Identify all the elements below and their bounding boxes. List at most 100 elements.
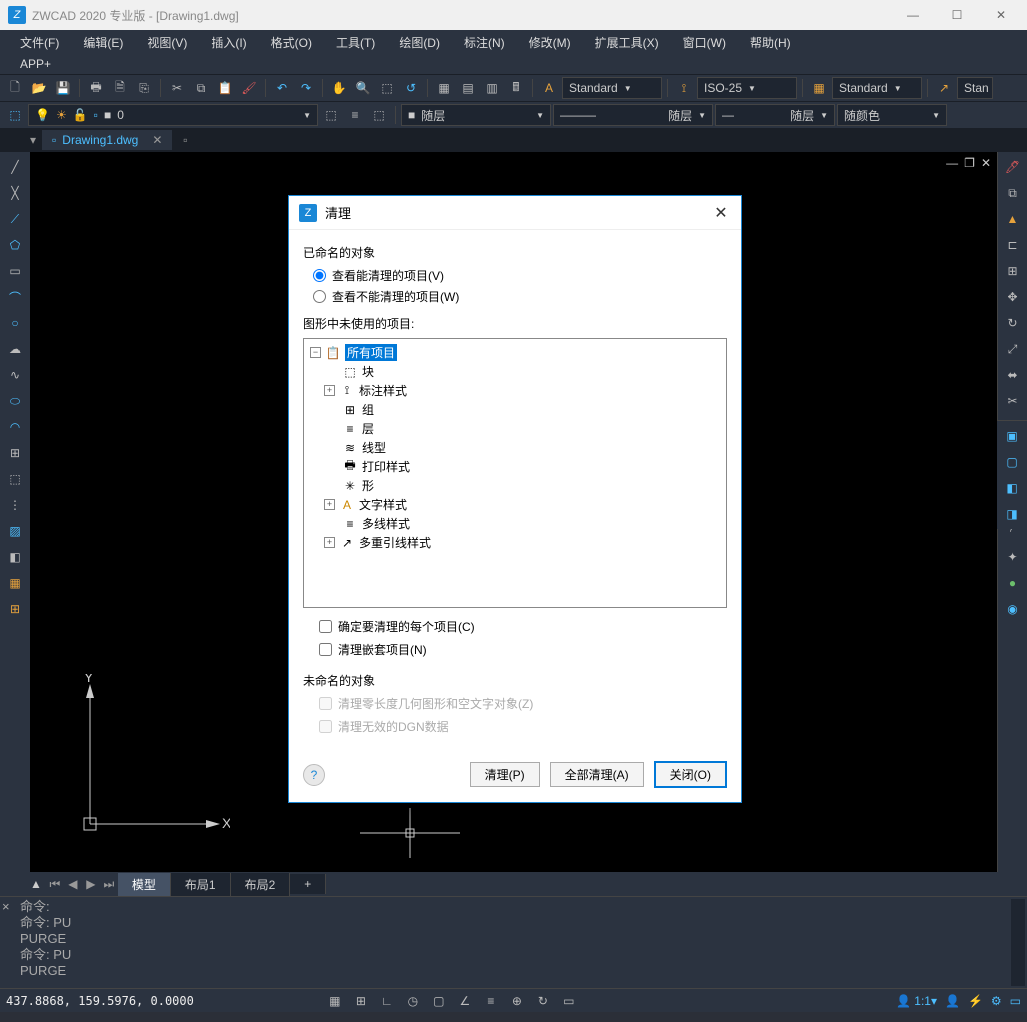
cycle-icon[interactable]: ↻ bbox=[532, 990, 554, 1012]
dyn-icon[interactable]: ⊕ bbox=[506, 990, 528, 1012]
menu-file[interactable]: 文件(F) bbox=[8, 30, 71, 55]
new-icon[interactable]: 🗋 bbox=[4, 77, 26, 99]
send-back-icon[interactable]: ▢ bbox=[1001, 451, 1023, 473]
print-preview-icon[interactable]: 🗎 bbox=[109, 77, 131, 99]
rotate-icon[interactable]: ↻ bbox=[1002, 312, 1024, 334]
tree-item[interactable]: ⬚块 bbox=[342, 362, 720, 381]
stretch-icon[interactable]: ⬌ bbox=[1002, 364, 1024, 386]
menu-tools[interactable]: 工具(T) bbox=[324, 30, 387, 55]
cmd-scrollbar[interactable] bbox=[1011, 899, 1025, 986]
tree-item[interactable]: +A文字样式 bbox=[342, 495, 720, 514]
maximize-button[interactable]: ☐ bbox=[947, 5, 967, 25]
cmd-close-icon[interactable]: × bbox=[2, 899, 10, 914]
zoom-icon[interactable]: 🔍 bbox=[352, 77, 374, 99]
tab-add[interactable]: + bbox=[290, 874, 326, 894]
textstyle-dropdown[interactable]: Standard▼ bbox=[562, 77, 662, 99]
bring-front-icon[interactable]: ▣ bbox=[1001, 425, 1023, 447]
dialog-close-button[interactable]: ✕ bbox=[711, 203, 731, 223]
menu-draw[interactable]: 绘图(D) bbox=[387, 30, 452, 55]
insert-block-icon[interactable]: ⊞ bbox=[4, 442, 26, 464]
minimize-button[interactable]: — bbox=[903, 5, 923, 25]
paste-icon[interactable]: 📋 bbox=[214, 77, 236, 99]
dimstyle-dropdown[interactable]: ISO-25▼ bbox=[697, 77, 797, 99]
close-button[interactable]: ✕ bbox=[991, 5, 1011, 25]
properties-icon[interactable]: ▦ bbox=[433, 77, 455, 99]
tab-last-icon[interactable]: ⏭ bbox=[100, 877, 118, 892]
menu-view[interactable]: 视图(V) bbox=[135, 30, 199, 55]
array-icon[interactable]: ⊞ bbox=[1002, 260, 1024, 282]
mirror-icon[interactable]: ▲ bbox=[1002, 208, 1024, 230]
point-icon[interactable]: ⋮ bbox=[4, 494, 26, 516]
menu-ext[interactable]: 扩展工具(X) bbox=[583, 30, 671, 55]
ellipse-icon[interactable]: ⬭ bbox=[4, 390, 26, 412]
radio-purgeable-input[interactable] bbox=[313, 269, 326, 282]
menu-modify[interactable]: 修改(M) bbox=[517, 30, 583, 55]
gradient-icon[interactable]: ◧ bbox=[4, 546, 26, 568]
tree-root[interactable]: − 📋 所有项目 bbox=[310, 343, 720, 362]
osnap-icon[interactable]: ▢ bbox=[428, 990, 450, 1012]
calc-icon[interactable]: 🖩 bbox=[505, 77, 527, 99]
rectangle-icon[interactable]: ▭ bbox=[4, 260, 26, 282]
open-icon[interactable]: 📂 bbox=[28, 77, 50, 99]
scale-icon[interactable]: ⤢ bbox=[1002, 338, 1024, 360]
annoscale-icon[interactable]: 👤 1:1▾ bbox=[896, 994, 937, 1008]
tab-layout1[interactable]: 布局1 bbox=[171, 873, 231, 896]
trim-icon[interactable]: ✂ bbox=[1002, 390, 1024, 412]
undo-icon[interactable]: ↶ bbox=[271, 77, 293, 99]
inner-restore-icon[interactable]: ❐ bbox=[964, 156, 975, 170]
new-tab-icon[interactable]: ▫ bbox=[174, 129, 196, 151]
grid-icon[interactable]: ⊞ bbox=[350, 990, 372, 1012]
snap-icon[interactable]: ▦ bbox=[324, 990, 346, 1012]
polygon-icon[interactable]: ⬠ bbox=[4, 234, 26, 256]
menu-format[interactable]: 格式(O) bbox=[259, 30, 324, 55]
workspace-icon[interactable]: ⚙ bbox=[991, 994, 1002, 1008]
tree-item[interactable]: ≡多线样式 bbox=[342, 514, 720, 533]
menu-appplus[interactable]: APP+ bbox=[8, 55, 1019, 73]
polyline-icon[interactable]: ⟋ bbox=[4, 208, 26, 230]
erase-icon[interactable]: 🖊 bbox=[1002, 156, 1024, 178]
ortho-icon[interactable]: ∟ bbox=[376, 990, 398, 1012]
offset-icon[interactable]: ⊏ bbox=[1002, 234, 1024, 256]
tree-item[interactable]: +⟟标注样式 bbox=[342, 381, 720, 400]
tree-item[interactable]: ⊞组 bbox=[342, 400, 720, 419]
zoom-window-icon[interactable]: ⬚ bbox=[376, 77, 398, 99]
color-dropdown[interactable]: ■随层▼ bbox=[401, 104, 551, 126]
send-under-icon[interactable]: ◨ bbox=[1001, 503, 1023, 525]
line-icon[interactable]: ╱ bbox=[4, 156, 26, 178]
tree-item[interactable]: 🖶打印样式 bbox=[342, 457, 720, 476]
menu-help[interactable]: 帮助(H) bbox=[738, 30, 803, 55]
menu-edit[interactable]: 编辑(E) bbox=[71, 30, 135, 55]
spline-icon[interactable]: ∿ bbox=[4, 364, 26, 386]
make-block-icon[interactable]: ⬚ bbox=[4, 468, 26, 490]
tab-model[interactable]: 模型 bbox=[118, 873, 171, 896]
help-button[interactable]: ? bbox=[303, 764, 325, 786]
layer-prev-icon[interactable]: ⬚ bbox=[320, 104, 342, 126]
otrack-icon[interactable]: ∠ bbox=[454, 990, 476, 1012]
tab-prev-icon[interactable]: ◀ bbox=[64, 877, 82, 892]
dimstyle-icon[interactable]: ⟟ bbox=[673, 77, 695, 99]
copy-obj-icon[interactable]: ⧉ bbox=[1002, 182, 1024, 204]
tree-item[interactable]: +↗多重引线样式 bbox=[342, 533, 720, 552]
menu-dim[interactable]: 标注(N) bbox=[452, 30, 517, 55]
clean-screen-icon[interactable]: ▭ bbox=[1010, 994, 1021, 1008]
lwt-icon[interactable]: ≡ bbox=[480, 990, 502, 1012]
table-icon[interactable]: ⊞ bbox=[4, 598, 26, 620]
layer-match-icon[interactable]: ⬚ bbox=[368, 104, 390, 126]
tab-first-icon[interactable]: ⏮ bbox=[46, 877, 64, 892]
move-icon[interactable]: ✥ bbox=[1002, 286, 1024, 308]
model-icon[interactable]: ▭ bbox=[558, 990, 580, 1012]
menu-insert[interactable]: 插入(I) bbox=[199, 30, 258, 55]
annovis-icon[interactable]: 👤 bbox=[945, 994, 960, 1008]
tree-item[interactable]: ≡层 bbox=[342, 419, 720, 438]
check-confirm[interactable]: 确定要清理的每个项目(C) bbox=[319, 618, 727, 635]
copy-icon[interactable]: ⧉ bbox=[190, 77, 212, 99]
zoom-previous-icon[interactable]: ↺ bbox=[400, 77, 422, 99]
check-nested-input[interactable] bbox=[319, 643, 332, 656]
annoauto-icon[interactable]: ⚡ bbox=[968, 994, 983, 1008]
linetype-dropdown[interactable]: ———随层▼ bbox=[553, 104, 713, 126]
expand-icon[interactable]: + bbox=[324, 385, 335, 396]
command-panel[interactable]: × 命令: 命令: PU PURGE 命令: PU PURGE bbox=[0, 896, 1027, 988]
mleaderstyle-dropdown[interactable]: Stan bbox=[957, 77, 993, 99]
purge-all-button[interactable]: 全部清理(A) bbox=[550, 762, 644, 787]
close-dialog-button[interactable]: 关闭(O) bbox=[654, 761, 727, 788]
